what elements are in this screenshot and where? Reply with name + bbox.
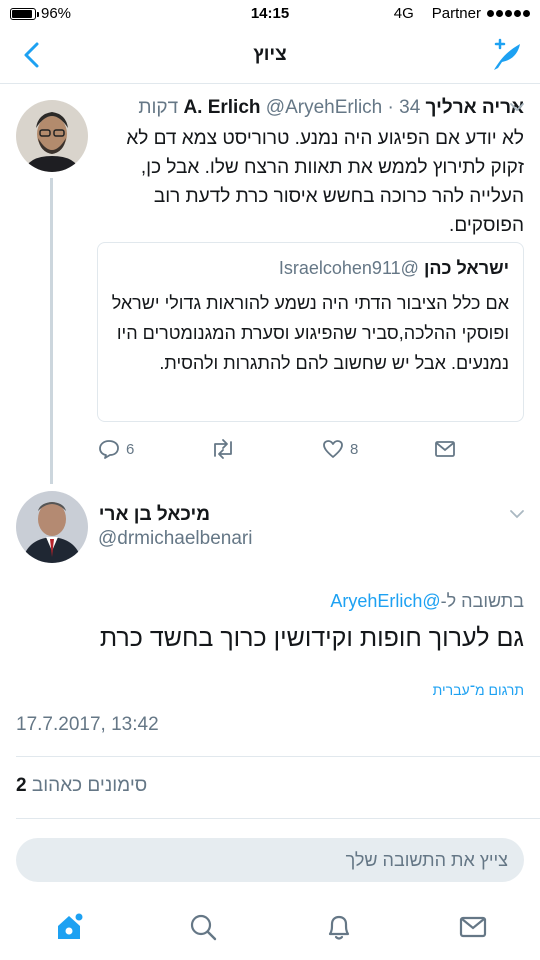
quoted-author-handle: @Israelcohen911 [278,258,419,278]
tab-bar [0,896,540,960]
direct-message-button[interactable] [434,438,456,460]
messages-envelope-icon[interactable] [458,912,488,942]
author-name[interactable]: מיכאל בן ארי [99,504,210,526]
replying-to-label: בתשובה ל- [440,591,524,611]
divider [16,818,540,819]
signal-icon [487,10,530,17]
thread-line [50,178,53,484]
separator-dot: · [387,97,394,118]
notifications-bell-icon[interactable] [324,912,354,942]
tweet-timestamp: 17.7.2017, 13:42 [16,714,159,735]
quoted-text: אם כלל הציבור הדתי היה נשמע להוראות גדול… [111,293,509,373]
like-button[interactable]: 8 [322,438,358,460]
avatar[interactable] [16,100,88,172]
page-title: ציוץ [253,44,287,65]
envelope-icon [435,441,455,457]
retweet-icon [214,439,232,459]
heart-icon [323,440,343,458]
compose-tweet-icon[interactable] [490,38,526,74]
quoted-tweet[interactable]: ישראל כהן @Israelcohen911 אם כלל הציבור … [97,242,524,422]
carrier-info: 4G Partner [394,5,530,22]
tweet-actions: 6 8 [98,438,458,466]
carrier-name: Partner [431,5,481,22]
divider [16,756,540,757]
replying-to: בתשובה ל-@AryehErlich [330,591,524,612]
reply-input[interactable] [16,838,508,883]
chevron-down-icon[interactable] [508,98,526,116]
likes-label: סימונים כאהוב [31,775,148,796]
search-icon[interactable] [188,912,218,942]
likes-summary[interactable]: 2 סימונים כאהוב [16,775,147,797]
reply-input-container[interactable] [16,838,524,883]
author-handle[interactable]: @drmichaelbenari [98,528,252,550]
like-count: 8 [350,440,359,458]
retweet-button[interactable] [210,438,236,460]
reply-count: 6 [126,440,135,458]
reply-icon [99,440,119,459]
home-icon[interactable] [54,912,84,942]
tweet-header: אריה ארליך A. Erlich @AryehErlich · 34 ד… [104,97,524,119]
avatar[interactable] [16,491,88,563]
likes-count: 2 [16,775,27,796]
translate-link[interactable]: תרגום מ־עברית [433,682,524,698]
profile-photo [16,491,88,563]
profile-photo [16,100,88,172]
network-type: 4G [393,5,414,22]
quoted-author-name: ישראל כהן [423,258,509,278]
reply-button[interactable]: 6 [98,438,134,460]
status-bar: 96% 14:15 4G Partner [0,0,540,28]
chevron-down-icon[interactable] [508,505,526,523]
tweet-text: לא יודע אם הפיגוע היה נמנע. טרוריסט צמא … [126,128,524,236]
quoted-header: ישראל כהן @Israelcohen911 [279,258,509,279]
replying-to-link[interactable]: @AryehErlich [330,591,440,611]
nav-bar: ציוץ [0,28,540,84]
author-handle[interactable]: @AryehErlich [266,97,382,118]
tweet-text: גם לערוך חופות וקידושין כרוך בחשד כרת [99,624,524,652]
